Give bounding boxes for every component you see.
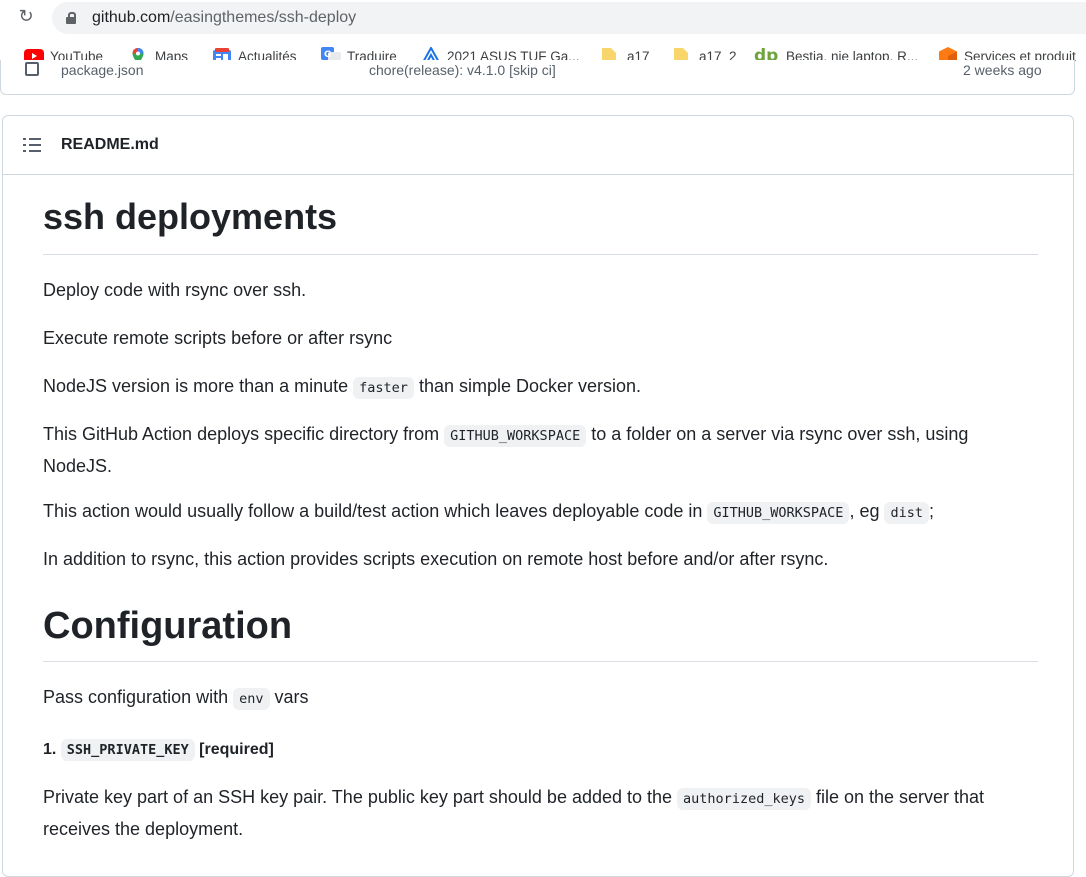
- file-row[interactable]: package.json chore(release): v4.1.0 [ski…: [1, 60, 1074, 80]
- inline-code: SSH_PRIVATE_KEY: [60, 739, 195, 761]
- readme-box: README.md ssh deployments Deploy code wi…: [2, 115, 1074, 877]
- paragraph: In addition to rsync, this action provid…: [43, 549, 829, 569]
- paragraph: This GitHub Action deploys specific dire…: [43, 424, 969, 476]
- heading-rule: [43, 254, 1038, 255]
- heading-ssh-deployments: ssh deployments: [43, 196, 338, 237]
- browser-toolbar: ↻ github.com/easingthemes/ssh-deploy: [0, 0, 1086, 36]
- inline-code: env: [233, 688, 270, 710]
- lock-icon[interactable]: [66, 12, 76, 24]
- commit-age: 2 weeks ago: [963, 62, 1042, 78]
- svg-text:G: G: [324, 50, 331, 60]
- inline-code: dist: [884, 502, 929, 524]
- paragraph: Execute remote scripts before or after r…: [43, 328, 393, 348]
- paragraph: Deploy code with rsync over ssh.: [43, 280, 307, 300]
- file-name[interactable]: package.json: [61, 62, 144, 78]
- address-bar[interactable]: github.com/easingthemes/ssh-deploy: [52, 2, 1086, 34]
- list-icon[interactable]: [23, 138, 41, 152]
- file-list: package.json chore(release): v4.1.0 [ski…: [0, 60, 1075, 95]
- commit-message[interactable]: chore(release): v4.1.0 [skip ci]: [369, 62, 556, 78]
- heading-configuration: Configuration: [43, 605, 293, 647]
- paragraph: NodeJS version is more than a minute fas…: [43, 371, 1033, 403]
- readme-header: README.md: [3, 116, 1073, 175]
- paragraph: This action would usually follow a build…: [43, 496, 1033, 528]
- inline-code: GITHUB_WORKSPACE: [444, 425, 587, 447]
- inline-code: faster: [353, 377, 414, 399]
- readme-title[interactable]: README.md: [61, 136, 159, 154]
- url-text[interactable]: github.com/easingthemes/ssh-deploy: [92, 9, 356, 27]
- reload-icon[interactable]: ↻: [16, 7, 36, 27]
- heading-rule: [43, 661, 1038, 662]
- inline-code: authorized_keys: [677, 788, 811, 810]
- file-icon: [25, 62, 39, 76]
- paragraph: Private key part of an SSH key pair. The…: [43, 787, 985, 839]
- paragraph: Pass configuration with env vars: [43, 682, 1033, 714]
- list-item-ssh-private-key: 1. SSH_PRIVATE_KEY [required]: [43, 735, 1033, 765]
- inline-code: GITHUB_WORKSPACE: [707, 502, 850, 524]
